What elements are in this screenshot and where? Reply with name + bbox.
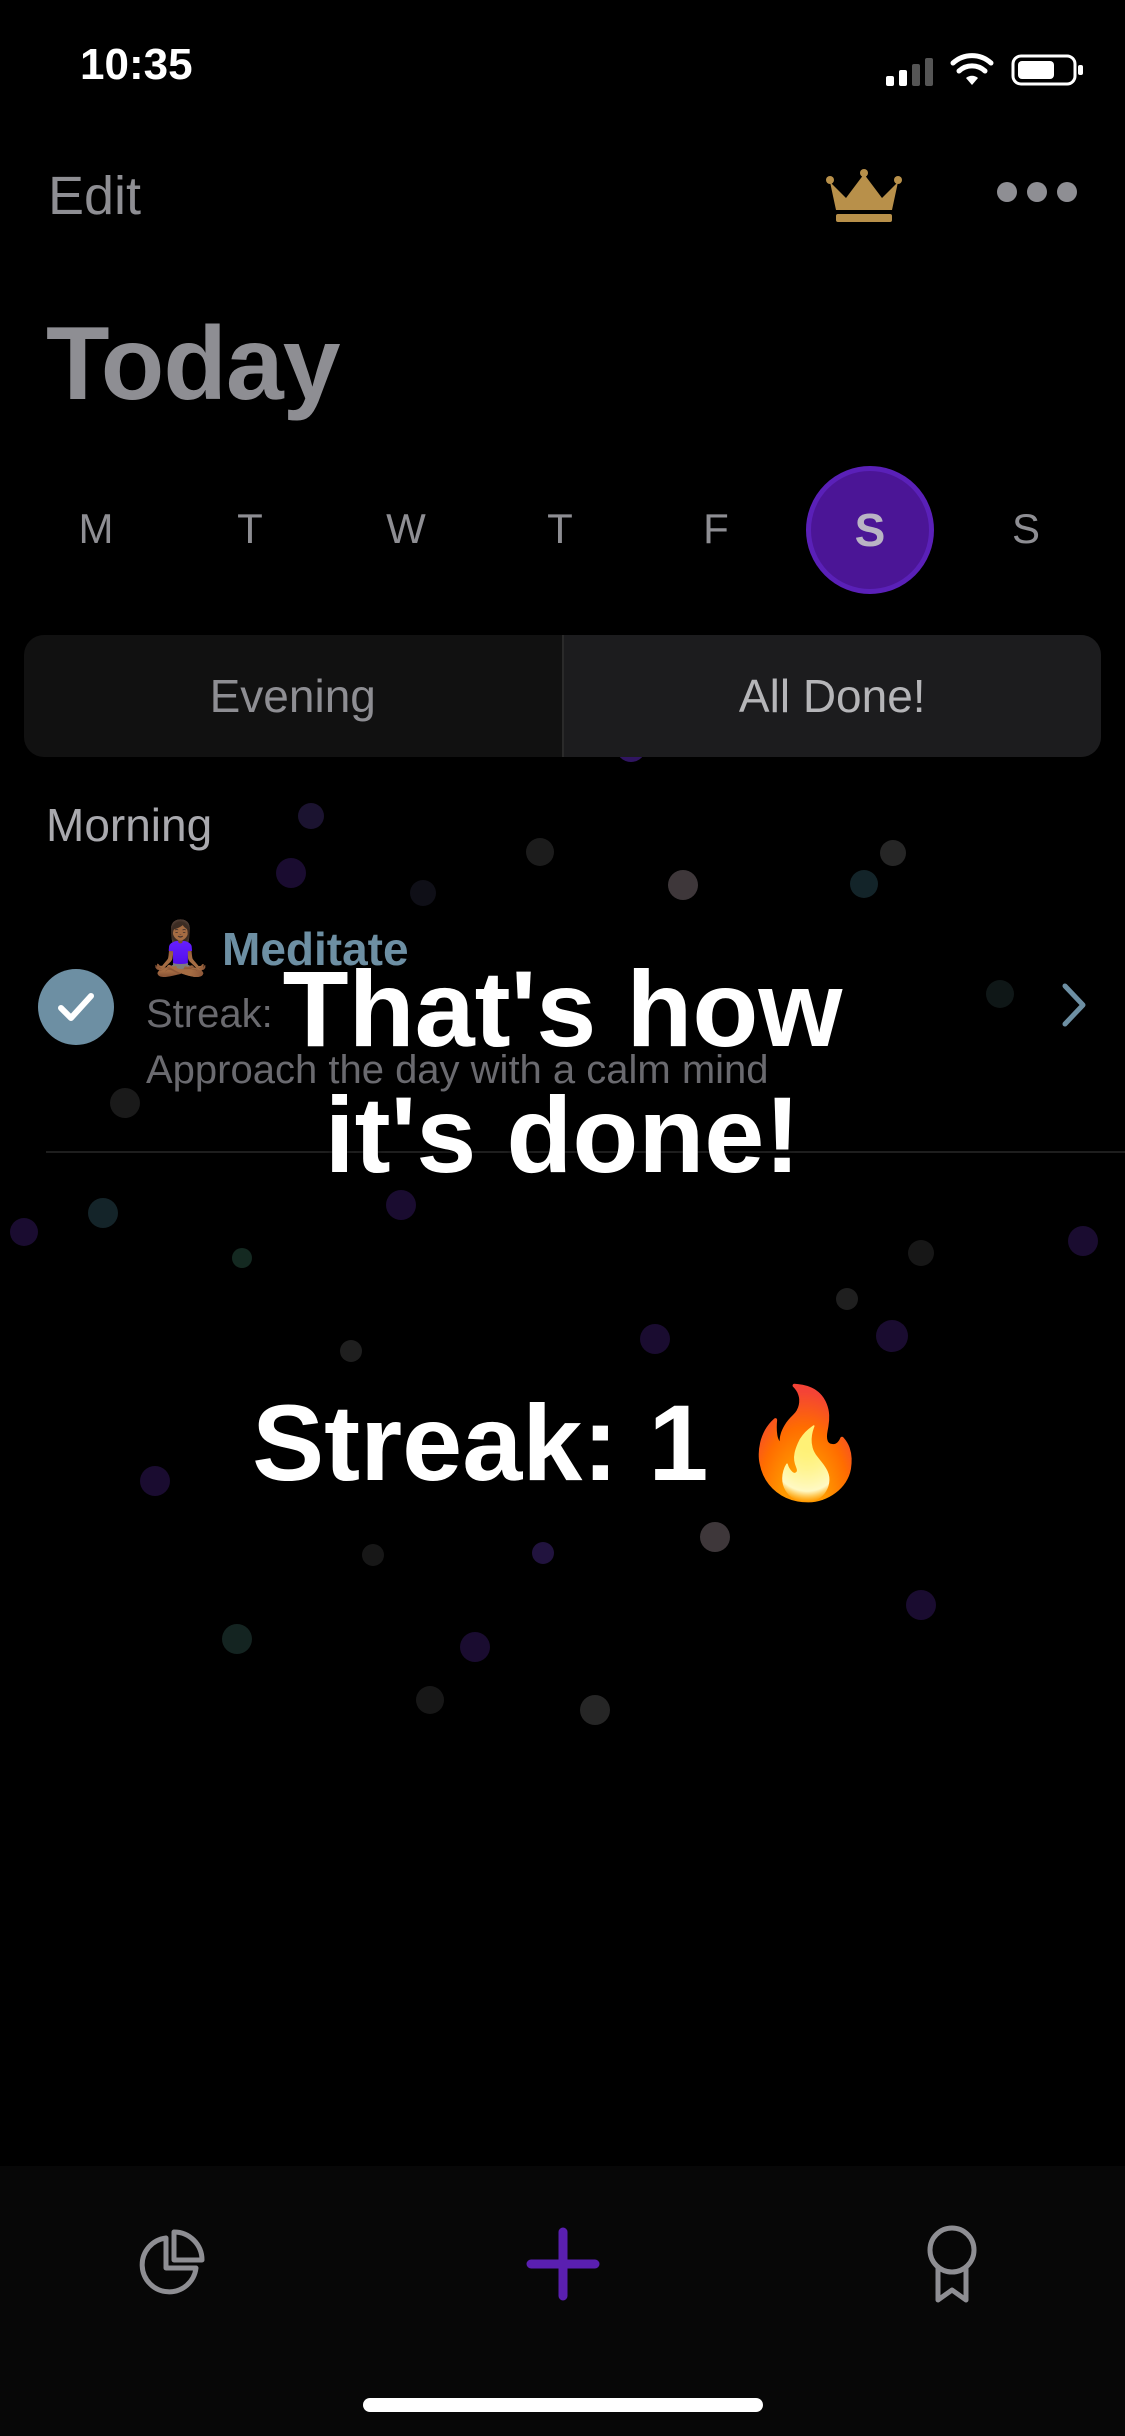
weekday-thu[interactable]: T [530, 505, 590, 553]
home-indicator[interactable] [363, 2398, 763, 2412]
more-icon[interactable] [997, 182, 1077, 202]
segment-all-done[interactable]: All Done! [561, 635, 1101, 757]
celebration-message: That's how it's done! [0, 955, 1125, 1189]
page-title: Today [46, 306, 341, 422]
segment-evening[interactable]: Evening [24, 635, 562, 757]
crown-icon[interactable] [826, 168, 902, 224]
weekday-mon[interactable]: M [66, 505, 126, 553]
signal-icon [886, 54, 933, 86]
weekday-sat-selected[interactable]: S [806, 466, 934, 594]
weekday-fri[interactable]: F [686, 505, 746, 553]
add-icon[interactable] [525, 2226, 601, 2302]
tab-bar [0, 2166, 1125, 2436]
celebration-streak: Streak: 1 🔥 [252, 1382, 873, 1503]
status-icons [886, 48, 1085, 92]
weekday-tue[interactable]: T [220, 505, 280, 553]
section-title-morning: Morning [46, 799, 213, 851]
celebration-line-2: it's done! [324, 1074, 801, 1195]
weekday-sun[interactable]: S [996, 505, 1056, 553]
status-time: 10:35 [80, 40, 193, 89]
stats-icon[interactable] [136, 2228, 206, 2298]
battery-icon [1011, 54, 1083, 86]
award-icon[interactable] [924, 2224, 980, 2304]
edit-button[interactable]: Edit [48, 165, 141, 227]
wifi-icon [950, 53, 994, 85]
celebration-line-1: That's how [282, 948, 843, 1069]
weekday-wed[interactable]: W [376, 505, 436, 553]
time-of-day-segmented-control: Evening All Done! [24, 635, 1101, 757]
